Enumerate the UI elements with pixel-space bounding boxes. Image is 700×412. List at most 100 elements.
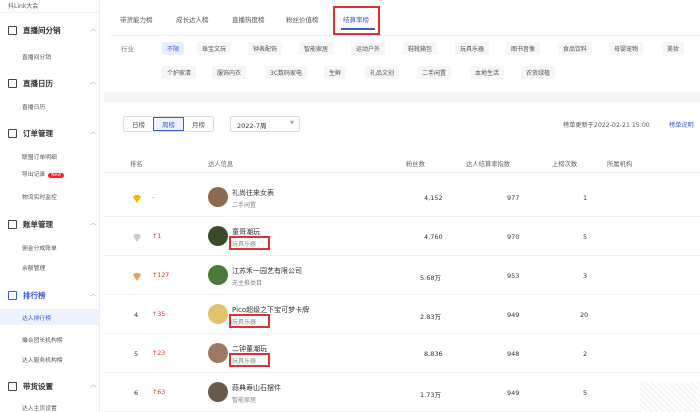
sidebar-section-orders[interactable]: 订单管理 ︿ — [8, 128, 96, 139]
sidebar-section-billing[interactable]: 账单管理 ︿ — [8, 219, 96, 230]
tab-sales-ability[interactable]: 带货能力榜 — [120, 14, 153, 24]
week-select[interactable]: 2022-7周 ▼ — [230, 116, 300, 132]
filter-chip[interactable]: 服饰内衣 — [212, 66, 247, 79]
section-title: 订单管理 — [23, 129, 53, 138]
table-row[interactable]: - 礼尚往来女表 二手闲置 4,152 977 1 — [104, 180, 700, 217]
filter-chip[interactable]: 图书音像 — [506, 42, 541, 55]
avatar — [208, 226, 228, 246]
sidebar-item-agency-ranking[interactable]: 达人服务机构榜 — [22, 355, 63, 364]
avatar — [208, 343, 228, 363]
highlight-box — [333, 6, 380, 35]
table-row[interactable]: ↑127 江苏禾一园艺有限公司 无主推类目 5.68万 953 3 — [104, 258, 700, 295]
filter-chip[interactable]: 3C数码家电 — [265, 66, 308, 79]
chevron-up-icon: ︿ — [90, 291, 97, 298]
highlight-box — [229, 314, 270, 328]
rank-change: ↑23 — [152, 350, 166, 357]
filter-chip[interactable]: 美妆 — [662, 42, 685, 55]
filter-chip[interactable]: 生鲜 — [324, 66, 347, 79]
fans-count: 4,760 — [424, 233, 443, 241]
chevron-up-icon: ︿ — [90, 129, 97, 136]
filter-chip[interactable]: 礼品文创 — [365, 66, 400, 79]
sidebar-item-balance[interactable]: 余额管理 — [22, 263, 45, 272]
col-influencer: 达人信息 — [208, 161, 234, 168]
fans-count: 4,152 — [424, 194, 443, 202]
sidebar-section-rankings[interactable]: 排行榜 ︿ — [8, 290, 96, 301]
fans-count: 2.83万 — [420, 313, 441, 321]
chevron-up-icon: ︿ — [90, 79, 97, 86]
table-row[interactable]: 5 ↑23 二钟董潮玩 玩具乐器 8,836 948 2 — [104, 336, 700, 373]
filter-chip[interactable]: 不限 — [162, 42, 185, 55]
divider — [0, 12, 99, 13]
settings-icon — [8, 382, 17, 391]
influencer-category: 二手闲置 — [232, 202, 257, 209]
times-count: 1 — [583, 194, 588, 202]
sidebar-item-commission[interactable]: 佣金分成账单 — [22, 243, 57, 252]
filter-chip[interactable]: 鞋靴箱包 — [403, 42, 438, 55]
sidebar-item-export-records[interactable]: 导出记录 New — [22, 169, 65, 178]
section-title: 直播日历 — [23, 79, 53, 88]
filter-chip[interactable]: 运动户外 — [351, 42, 386, 55]
avatar — [208, 187, 228, 207]
sidebar-section-live-calendar[interactable]: 直播日历 ︿ — [8, 78, 96, 89]
filter-chip[interactable]: 智能家居 — [299, 42, 334, 55]
tab-growth[interactable]: 成长达人榜 — [176, 14, 209, 24]
sidebar-item-live-calendar[interactable]: 直播日历 — [22, 102, 45, 111]
filter-chip[interactable]: 本地生活 — [470, 66, 505, 79]
section-title: 带货设置 — [23, 382, 53, 391]
filter-chip[interactable]: 农资绿植 — [521, 66, 556, 79]
rank-change: ↑1 — [152, 233, 162, 240]
rank-number: 4 — [134, 311, 139, 319]
monthly-option[interactable]: 月榜 — [184, 117, 213, 131]
times-count: 5 — [583, 389, 588, 397]
influencer-name[interactable]: 江苏禾一园艺有限公司 — [232, 266, 302, 276]
gold-diamond-icon — [133, 195, 141, 203]
influencer-name[interactable]: 蒜典寿山石摆件 — [232, 383, 281, 393]
bronze-diamond-icon — [133, 273, 141, 281]
filter-chip[interactable]: 钟表配饰 — [248, 42, 283, 55]
ranking-info-link[interactable]: 榜单说明 — [669, 120, 694, 129]
sidebar-item-homepage-settings[interactable]: 达人主页设置 — [22, 403, 57, 412]
table-row[interactable]: ↑1 童哥潮玩 玩具乐器 4,760 970 5 — [104, 219, 700, 256]
rank-change: ↑63 — [152, 389, 166, 396]
influencer-category: 无主推类目 — [232, 280, 263, 287]
filter-chip[interactable]: 母婴宠物 — [609, 42, 644, 55]
sidebar-item-order-details[interactable]: 联盟订单明细 — [22, 152, 57, 161]
daily-option[interactable]: 日榜 — [124, 117, 153, 131]
filter-chip[interactable]: 食品饮料 — [558, 42, 593, 55]
settlement-index: 949 — [507, 389, 520, 397]
sidebar-section-live-distribution[interactable]: 直播间分销 ︿ — [8, 25, 96, 36]
times-count: 5 — [583, 233, 588, 241]
sidebar-item-team-ranking[interactable]: 撮合团长机构榜 — [22, 335, 63, 344]
weekly-option[interactable]: 周榜 — [153, 117, 184, 131]
calendar-icon — [8, 79, 17, 88]
sidebar-item-influencer-ranking[interactable]: 达人排行榜 — [0, 309, 99, 325]
filter-chip[interactable]: 玩具乐器 — [455, 42, 490, 55]
highlight-box — [229, 353, 270, 367]
sidebar-top-link[interactable]: 抖Link大会 — [8, 1, 38, 10]
order-icon — [8, 129, 17, 138]
avatar — [208, 382, 228, 402]
rank-change: - — [152, 194, 155, 201]
tab-fan-value[interactable]: 粉丝价值榜 — [286, 14, 319, 24]
chevron-up-icon: ︿ — [90, 220, 97, 227]
chevron-up-icon: ︿ — [90, 26, 97, 33]
update-time: 榜单更新于2022-02-21 15:00 — [563, 122, 650, 129]
sidebar-item-logistics[interactable]: 物流实时监控 — [22, 192, 57, 201]
section-title: 直播间分销 — [23, 26, 61, 35]
filter-chip[interactable]: 二手闲置 — [417, 66, 452, 79]
avatar — [208, 265, 228, 285]
watermark — [640, 382, 700, 412]
highlight-box — [229, 236, 270, 250]
filter-chip[interactable]: 个护家清 — [162, 66, 197, 79]
silver-diamond-icon — [133, 234, 141, 242]
table-row[interactable]: 6 ↑63 蒜典寿山石摆件 智能家居 1.73万 949 5 — [104, 375, 700, 412]
sidebar-item-live-distribution[interactable]: 直播间分销 — [22, 52, 51, 61]
tab-live-heat[interactable]: 直播热度榜 — [232, 14, 265, 24]
period-toggle: 日榜 周榜 月榜 — [123, 116, 214, 132]
filter-chip[interactable]: 珠宝文玩 — [197, 42, 232, 55]
table-row[interactable]: 4 ↑35 Pico超级之下宝可梦卡牌 玩具乐器 2.83万 949 20 — [104, 297, 700, 334]
store-icon — [8, 26, 17, 35]
sidebar-section-goods-settings[interactable]: 带货设置 ︿ — [8, 381, 96, 392]
influencer-name[interactable]: 礼尚往来女表 — [232, 188, 274, 198]
chevron-down-icon: ▼ — [290, 120, 294, 126]
